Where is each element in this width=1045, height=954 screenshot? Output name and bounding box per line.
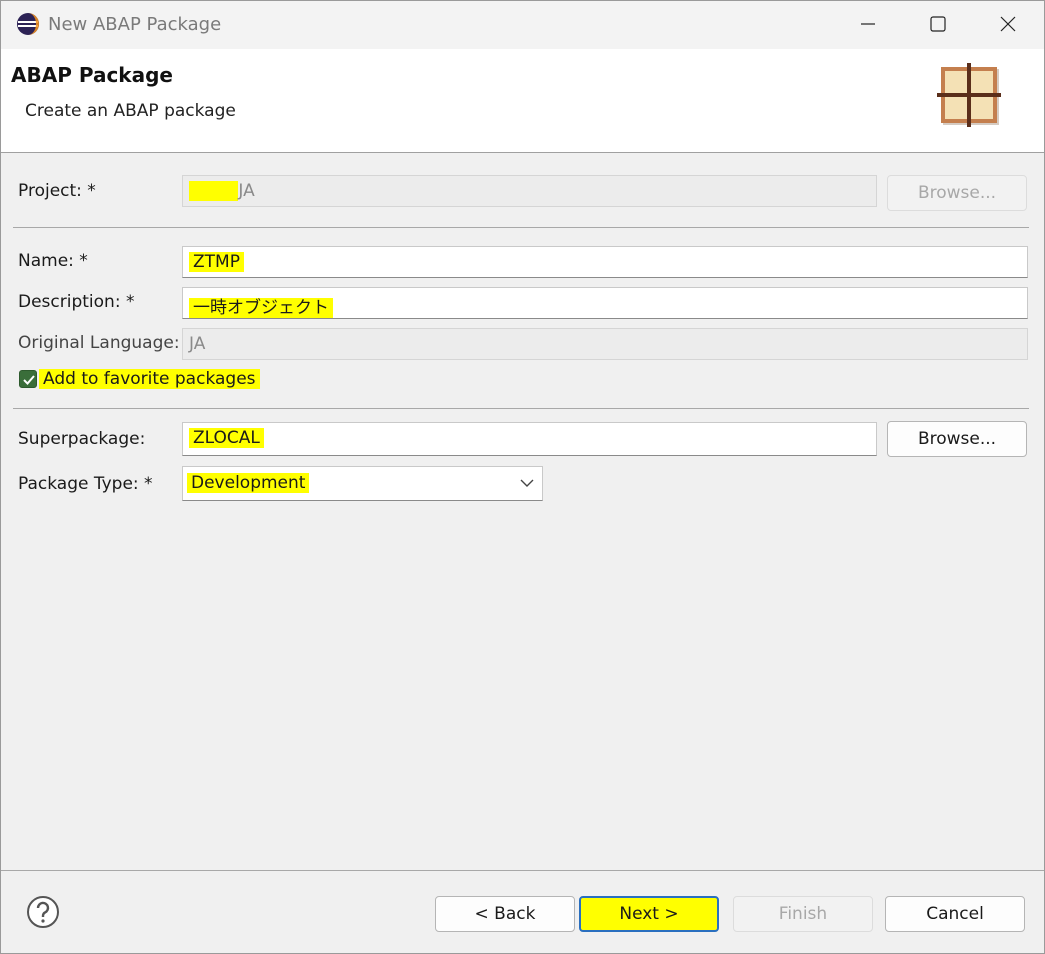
separator — [1, 870, 1044, 871]
superpackage-input[interactable]: ZLOCAL — [182, 422, 877, 456]
package-type-select[interactable]: Development — [182, 466, 543, 501]
title-bar: New ABAP Package — [1, 1, 1044, 49]
chevron-down-icon — [520, 479, 534, 487]
new-abap-package-dialog: New ABAP Package ABAP Package Create an … — [0, 0, 1045, 954]
original-language-field: JA — [182, 328, 1028, 360]
package-icon — [937, 63, 1001, 127]
window-title: New ABAP Package — [48, 14, 222, 35]
close-icon — [1000, 16, 1016, 32]
next-button[interactable]: Next > — [579, 896, 719, 932]
superpackage-value: ZLOCAL — [189, 428, 264, 448]
project-browse-button[interactable]: Browse... — [887, 175, 1027, 211]
help-icon[interactable] — [26, 895, 60, 929]
project-value: JA — [238, 181, 255, 201]
original-language-value: JA — [189, 334, 206, 354]
minimize-icon — [861, 23, 875, 25]
page-description: Create an ABAP package — [25, 101, 236, 121]
maximize-button[interactable] — [903, 1, 973, 47]
project-label: Project: * — [18, 181, 96, 201]
separator — [13, 408, 1029, 409]
cancel-button[interactable]: Cancel — [885, 896, 1025, 932]
eclipse-icon — [17, 13, 39, 35]
project-label-text: Project: * — [18, 181, 96, 201]
maximize-icon — [930, 16, 946, 32]
original-language-label: Original Language: — [18, 333, 180, 353]
superpackage-label: Superpackage: — [18, 429, 146, 449]
wizard-header: ABAP Package Create an ABAP package — [1, 49, 1044, 153]
name-value: ZTMP — [189, 252, 244, 272]
back-button[interactable]: < Back — [435, 896, 575, 932]
minimize-button[interactable] — [833, 1, 903, 47]
page-title: ABAP Package — [11, 63, 173, 87]
favorite-label-text: Add to favorite packages — [39, 369, 260, 389]
description-label: Description: * — [18, 292, 135, 312]
project-field: JA — [182, 175, 877, 207]
favorite-checkbox[interactable] — [19, 370, 37, 388]
close-button[interactable] — [973, 1, 1043, 47]
description-input[interactable]: 一時オブジェクト — [182, 287, 1028, 319]
checkmark-icon — [23, 375, 35, 385]
favorite-label[interactable]: Add to favorite packages — [39, 369, 260, 389]
separator — [13, 227, 1029, 228]
description-value: 一時オブジェクト — [189, 298, 333, 318]
name-label: Name: * — [18, 251, 88, 271]
package-type-label: Package Type: * — [18, 474, 153, 494]
name-input[interactable]: ZTMP — [182, 246, 1028, 278]
finish-button[interactable]: Finish — [733, 896, 873, 932]
superpackage-browse-button[interactable]: Browse... — [887, 421, 1027, 457]
package-type-value: Development — [187, 473, 310, 493]
redaction-mark — [189, 181, 239, 201]
